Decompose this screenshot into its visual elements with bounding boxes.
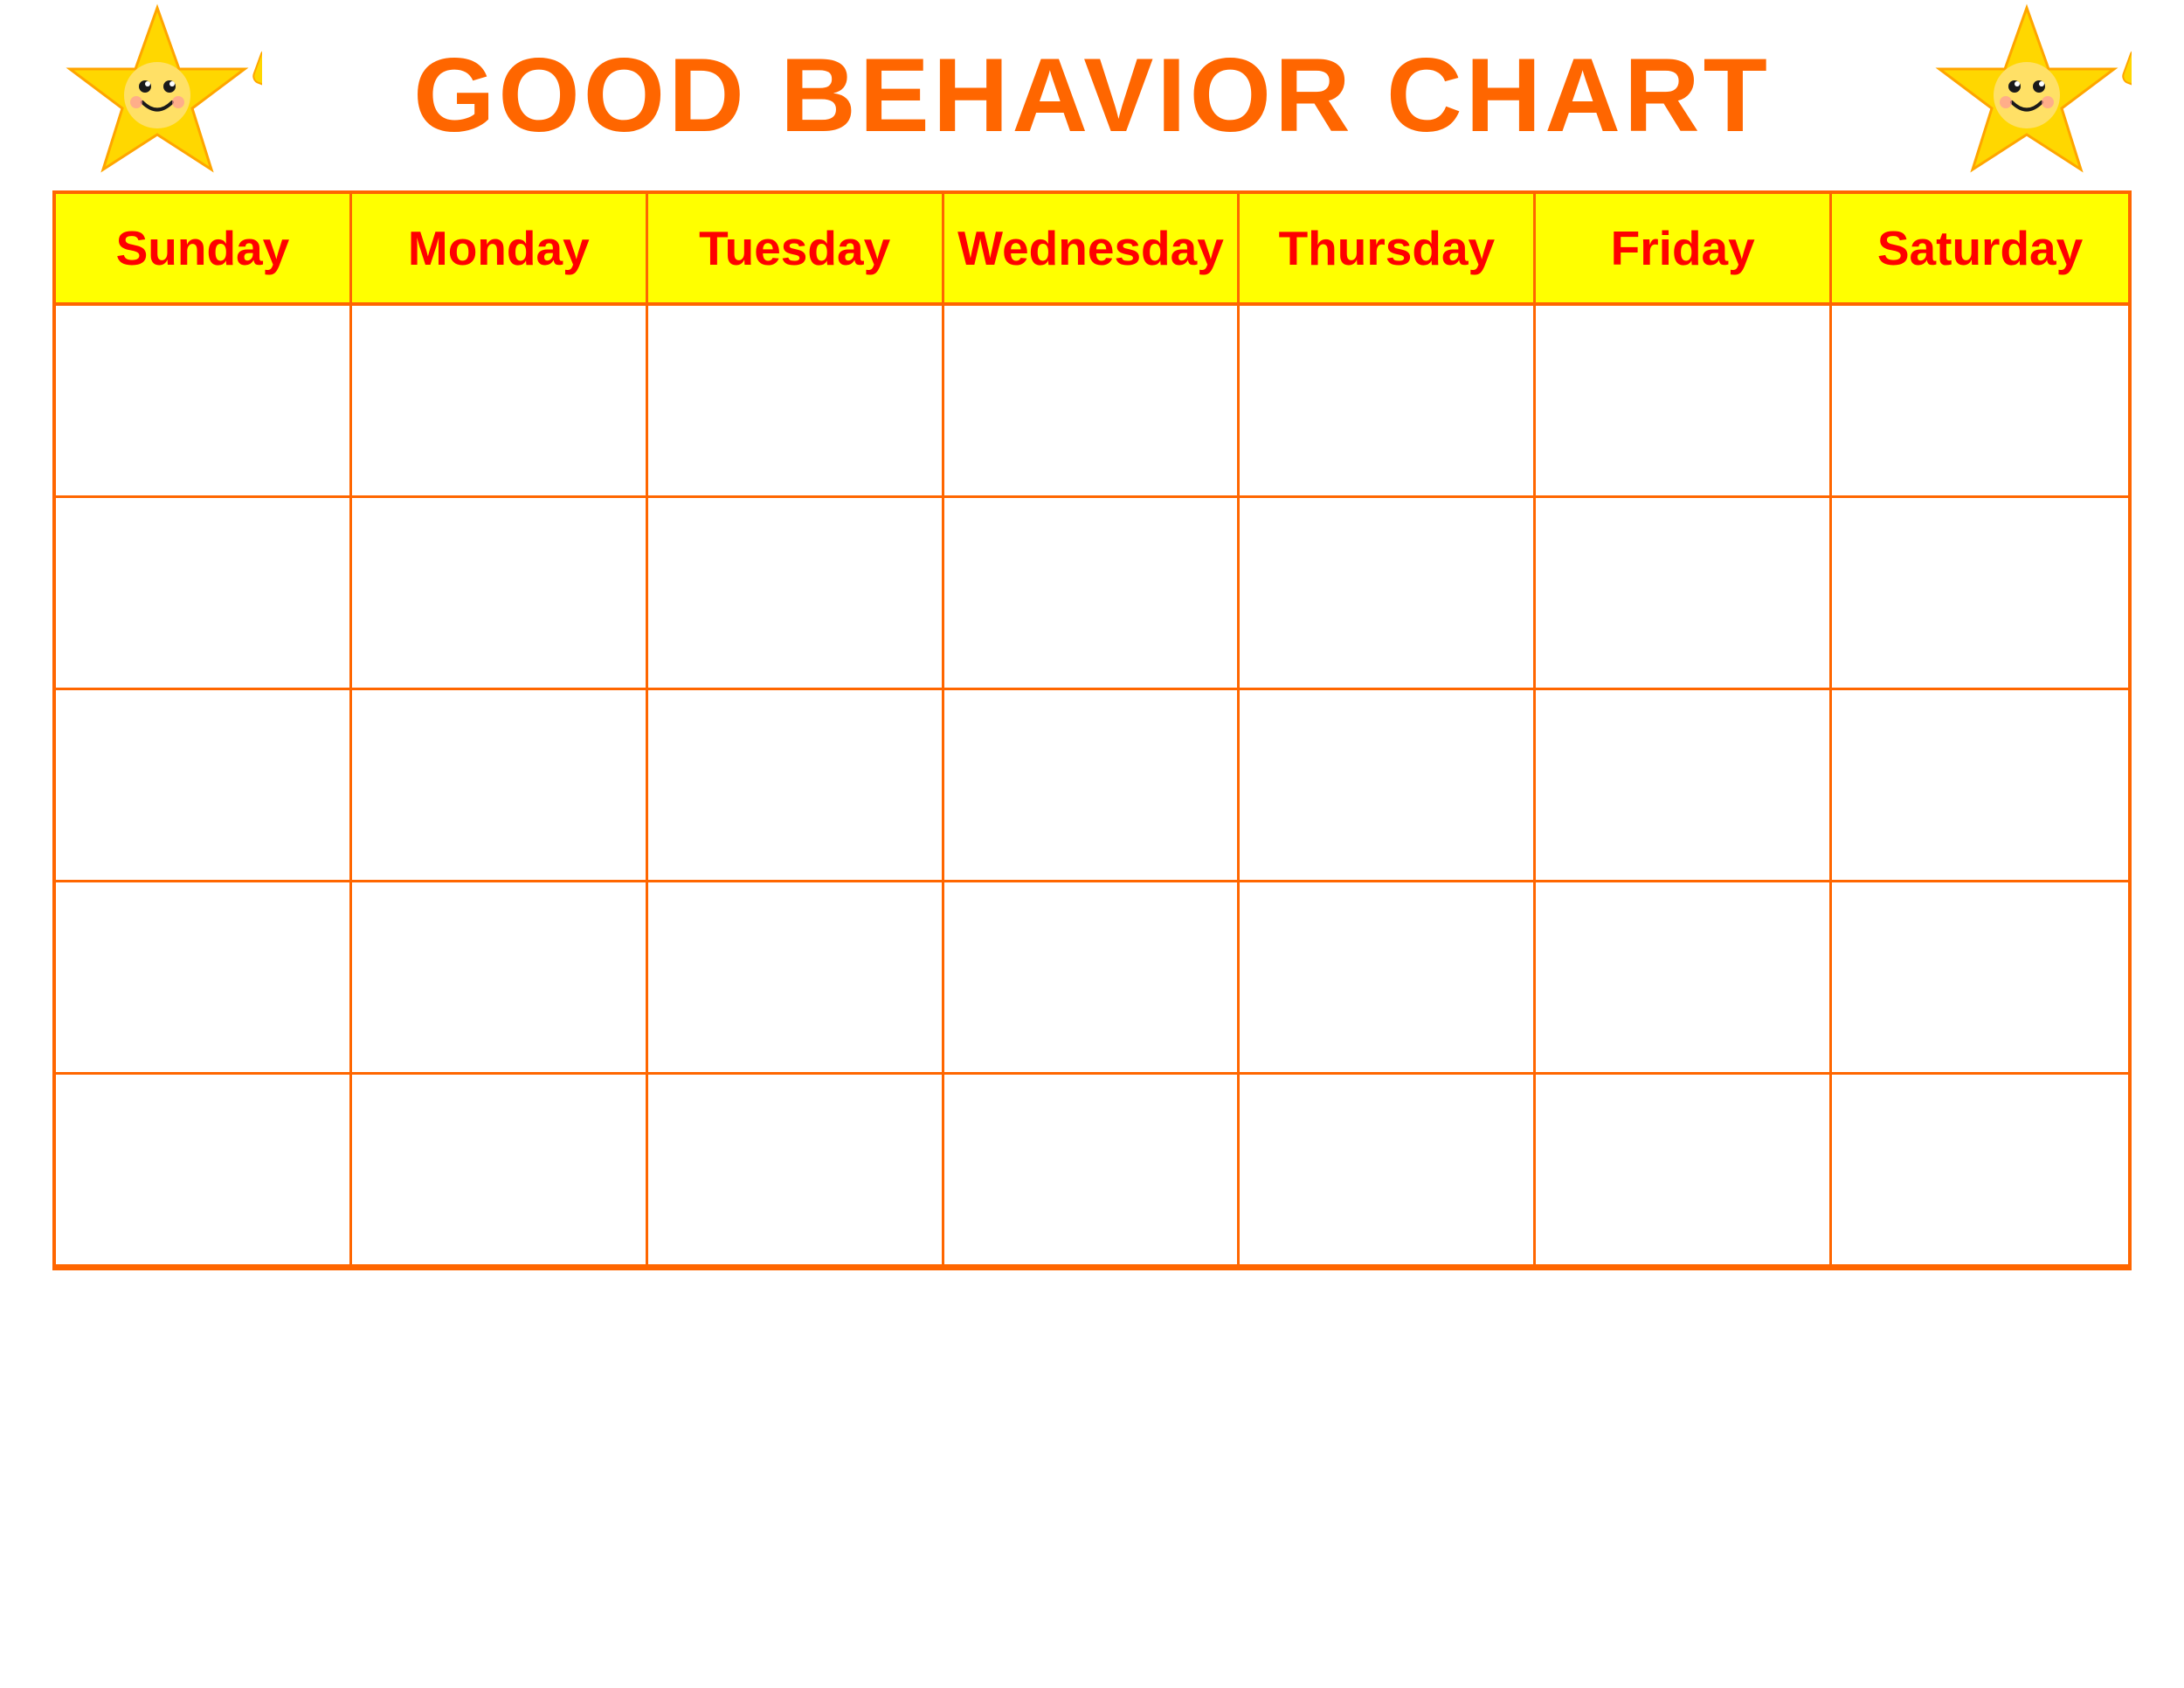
day-tuesday: Tuesday xyxy=(648,194,944,302)
grid-cell[interactable] xyxy=(56,690,352,882)
grid-cell[interactable] xyxy=(1536,306,1832,498)
grid-cell[interactable] xyxy=(352,882,648,1075)
grid-cell[interactable] xyxy=(648,882,944,1075)
grid-cell[interactable] xyxy=(648,306,944,498)
day-sunday: Sunday xyxy=(56,194,352,302)
grid-cell[interactable] xyxy=(1240,498,1536,690)
grid-cell[interactable] xyxy=(1240,1075,1536,1267)
star-decoration-left xyxy=(52,0,262,191)
days-header-row: Sunday Monday Tuesday Wednesday Thursday… xyxy=(56,194,2128,306)
grid-cell[interactable] xyxy=(648,690,944,882)
star-icon-right xyxy=(1922,0,2132,191)
grid-cell[interactable] xyxy=(56,882,352,1075)
grid-cell[interactable] xyxy=(352,690,648,882)
grid-cell[interactable] xyxy=(56,1075,352,1267)
day-saturday: Saturday xyxy=(1832,194,2128,302)
grid-cell[interactable] xyxy=(1536,498,1832,690)
grid-cell[interactable] xyxy=(352,306,648,498)
grid-cell[interactable] xyxy=(1832,306,2128,498)
day-monday: Monday xyxy=(352,194,648,302)
star-decoration-right xyxy=(1922,0,2132,191)
grid-cell[interactable] xyxy=(352,1075,648,1267)
grid-cell[interactable] xyxy=(1240,690,1536,882)
grid-cell[interactable] xyxy=(1832,1075,2128,1267)
grid-cell[interactable] xyxy=(56,498,352,690)
grid-cell[interactable] xyxy=(1240,306,1536,498)
grid-cell[interactable] xyxy=(352,498,648,690)
grid-cell[interactable] xyxy=(648,498,944,690)
day-thursday: Thursday xyxy=(1240,194,1536,302)
grid-cell[interactable] xyxy=(944,306,1241,498)
grid-cell[interactable] xyxy=(56,306,352,498)
grid-cell[interactable] xyxy=(1536,882,1832,1075)
behavior-chart: Sunday Monday Tuesday Wednesday Thursday… xyxy=(52,190,2132,1270)
grid-cell[interactable] xyxy=(1832,690,2128,882)
page-title: GOOD BEHAVIOR CHART xyxy=(413,35,1771,156)
grid-cell[interactable] xyxy=(648,1075,944,1267)
grid-cell[interactable] xyxy=(1240,882,1536,1075)
grid-cell[interactable] xyxy=(944,690,1241,882)
page-header: GOOD BEHAVIOR CHART xyxy=(52,35,2132,156)
grid-cell[interactable] xyxy=(944,498,1241,690)
day-wednesday: Wednesday xyxy=(944,194,1241,302)
grid-cell[interactable] xyxy=(1832,882,2128,1075)
chart-grid xyxy=(56,306,2128,1267)
grid-cell[interactable] xyxy=(1536,1075,1832,1267)
day-friday: Friday xyxy=(1536,194,1832,302)
grid-cell[interactable] xyxy=(1536,690,1832,882)
grid-cell[interactable] xyxy=(944,882,1241,1075)
star-icon-left xyxy=(52,0,262,191)
grid-cell[interactable] xyxy=(1832,498,2128,690)
grid-cell[interactable] xyxy=(944,1075,1241,1267)
